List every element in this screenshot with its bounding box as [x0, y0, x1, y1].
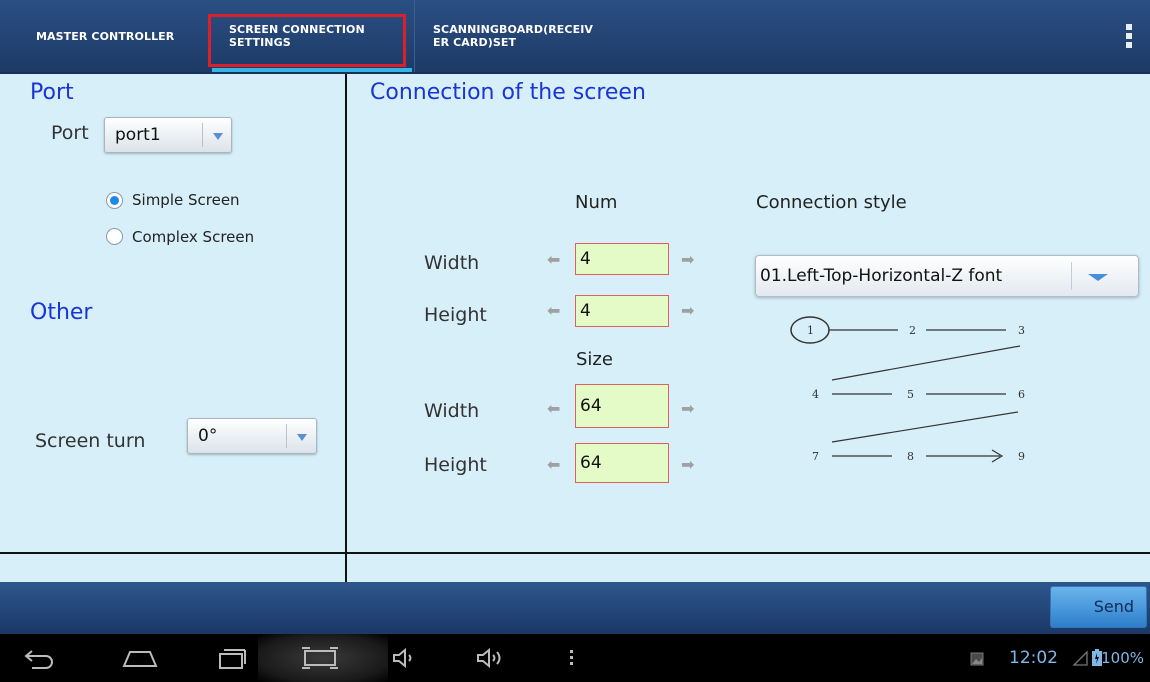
- connection-style-header: Connection style: [756, 192, 907, 213]
- size-height-input[interactable]: 64: [575, 443, 669, 483]
- num-height-input[interactable]: 4: [575, 295, 669, 327]
- simple-screen-label: Simple Screen: [132, 191, 240, 209]
- diagram-label: 8: [907, 450, 914, 463]
- diagram-label: 3: [1018, 324, 1025, 337]
- overflow-menu-icon[interactable]: [1126, 24, 1132, 48]
- num-width-label: Width: [424, 252, 480, 274]
- decrease-arrow-icon[interactable]: ⬅: [547, 457, 560, 473]
- recent-apps-icon[interactable]: [207, 634, 257, 682]
- other-section-title: Other: [30, 300, 93, 325]
- volume-down-icon[interactable]: [385, 634, 425, 682]
- diagram-label: 7: [812, 450, 819, 463]
- connection-section-title: Connection of the screen: [370, 80, 646, 105]
- connection-style-value: 01.Left-Top-Horizontal-Z font: [760, 266, 1003, 286]
- system-nav-bar: 12:02 100%: [0, 634, 1150, 682]
- size-height-label: Height: [424, 454, 487, 476]
- increase-arrow-icon[interactable]: ➡: [681, 457, 694, 473]
- decrease-arrow-icon[interactable]: ⬅: [547, 303, 560, 319]
- highlight-box: [208, 14, 406, 67]
- num-width-input[interactable]: 4: [575, 243, 669, 275]
- diagram-label: 2: [909, 324, 916, 337]
- increase-arrow-icon[interactable]: ➡: [681, 401, 694, 417]
- screenshot-icon[interactable]: [295, 634, 345, 682]
- tab-label: MASTER CONTROLLER: [36, 29, 175, 43]
- port-dropdown[interactable]: port1: [104, 117, 232, 153]
- port-section-title: Port: [30, 80, 74, 105]
- signal-icon: [1072, 650, 1088, 670]
- battery-percentage: 100%: [1101, 649, 1144, 667]
- connection-diagram: 1 2 3 4 5 6 7 8 9: [780, 308, 1060, 478]
- diagram-label: 5: [907, 388, 914, 401]
- diagram-label: 4: [812, 388, 819, 401]
- send-button[interactable]: Send: [1050, 586, 1147, 628]
- chevron-down-icon: [297, 434, 307, 441]
- tab-label-line2: ER CARD)SET: [433, 36, 517, 49]
- simple-screen-radio[interactable]: [106, 192, 123, 209]
- complex-screen-radio[interactable]: [106, 228, 123, 245]
- complex-screen-label: Complex Screen: [132, 228, 255, 246]
- volume-up-icon[interactable]: [469, 634, 513, 682]
- clock: 12:02: [1009, 648, 1058, 668]
- num-height-label: Height: [424, 304, 487, 326]
- increase-arrow-icon[interactable]: ➡: [681, 303, 694, 319]
- screen-turn-label: Screen turn: [35, 430, 146, 452]
- back-icon[interactable]: [14, 634, 64, 682]
- decrease-arrow-icon[interactable]: ⬅: [547, 401, 560, 417]
- screen-turn-dropdown[interactable]: 0°: [187, 418, 317, 454]
- tab-master-controller[interactable]: MASTER CONTROLLER: [0, 0, 205, 72]
- tab-scanningboard-set[interactable]: SCANNINGBOARD(RECEIV ER CARD)SET: [414, 0, 634, 72]
- size-width-label: Width: [424, 400, 480, 422]
- decrease-arrow-icon[interactable]: ⬅: [547, 252, 560, 268]
- chevron-down-icon: [213, 133, 223, 140]
- divider: [0, 552, 1150, 554]
- size-width-input[interactable]: 64: [575, 384, 669, 428]
- divider: [345, 74, 347, 582]
- diagram-label: 6: [1018, 388, 1025, 401]
- bottom-action-bar: Send: [0, 582, 1150, 634]
- diagram-label: 9: [1018, 450, 1025, 463]
- menu-icon[interactable]: [560, 634, 584, 682]
- screen-turn-value: 0°: [198, 426, 218, 446]
- port-value: port1: [115, 125, 161, 145]
- increase-arrow-icon[interactable]: ➡: [681, 252, 694, 268]
- chevron-down-icon: [1088, 274, 1108, 281]
- port-label: Port: [51, 122, 89, 144]
- tab-selected-indicator: [212, 68, 412, 72]
- connection-diagram-svg: 1 2 3 4 5 6 7 8 9: [790, 316, 1025, 463]
- num-header: Num: [575, 192, 618, 213]
- action-bar: MASTER CONTROLLER SCREEN CONNECTION SETT…: [0, 0, 1150, 74]
- gallery-icon: [970, 651, 984, 670]
- home-icon[interactable]: [115, 634, 165, 682]
- tab-screen-connection-settings[interactable]: SCREEN CONNECTION SETTINGS: [208, 0, 412, 72]
- main-content: Port Port port1 Simple Screen Complex Sc…: [0, 74, 1150, 582]
- size-header: Size: [576, 349, 613, 370]
- diagram-label: 1: [807, 324, 814, 337]
- connection-style-dropdown[interactable]: 01.Left-Top-Horizontal-Z font: [755, 255, 1139, 297]
- tab-label-line1: SCANNINGBOARD(RECEIV: [433, 23, 594, 36]
